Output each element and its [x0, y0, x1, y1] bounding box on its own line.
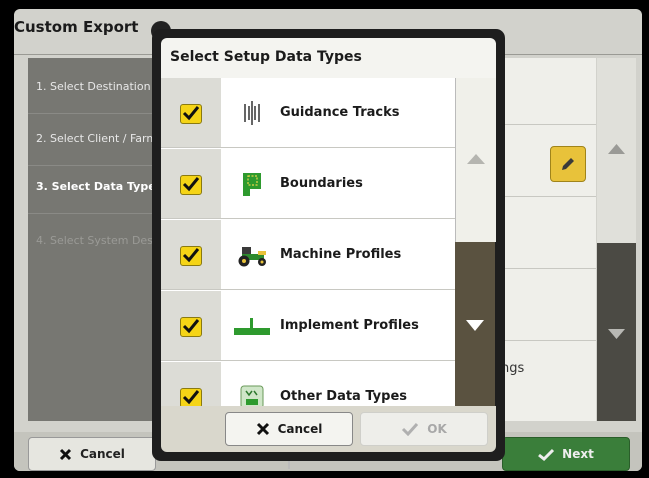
down-arrow-icon [466, 320, 484, 331]
background-divider [500, 268, 596, 269]
guidance-tracks-icon [233, 99, 271, 127]
checkbox-column [161, 149, 221, 219]
item-label: Other Data Types [280, 389, 408, 404]
implement-icon [233, 312, 271, 340]
checkmark-icon [182, 248, 200, 263]
checkmark-icon [182, 177, 200, 192]
down-arrow-icon [608, 329, 625, 339]
dialog-cancel-button[interactable]: Cancel [225, 412, 353, 446]
checkbox-column [161, 291, 221, 361]
step-1[interactable]: 1. Select Destination [36, 80, 151, 93]
pencil-icon [562, 158, 574, 170]
dialog-scroll-up-button[interactable] [455, 78, 496, 242]
item-label: Implement Profiles [280, 318, 419, 333]
checkbox-column [161, 78, 221, 148]
step-3-active[interactable]: 3. Select Data Types [36, 180, 162, 193]
next-button[interactable]: Next [502, 437, 630, 471]
step-list: 1. Select Destination 2. Select Client /… [28, 58, 162, 421]
checkbox-checked[interactable] [180, 175, 202, 195]
edit-button[interactable] [550, 146, 586, 182]
dialog-header: Select Setup Data Types [161, 38, 496, 78]
checkbox-checked[interactable] [180, 317, 202, 337]
list-item-guidance-tracks[interactable]: Guidance Tracks [161, 78, 455, 148]
current-step-arrow-icon [0, 180, 12, 198]
checkbox-checked[interactable] [180, 388, 202, 406]
dialog-ok-button[interactable]: OK [360, 412, 488, 446]
row-divider [161, 147, 455, 148]
checkbox-checked[interactable] [180, 104, 202, 124]
checkbox-checked[interactable] [180, 246, 202, 266]
step-divider [28, 113, 156, 114]
window-cancel-button[interactable]: Cancel [28, 437, 156, 471]
data-type-list: Guidance Tracks Boundaries Machine Profi… [161, 78, 455, 406]
dialog-scrollbar[interactable] [455, 78, 496, 406]
boundaries-icon [233, 170, 271, 198]
checkmark-icon [538, 448, 555, 461]
x-icon [59, 448, 72, 461]
list-item-boundaries[interactable]: Boundaries [161, 149, 455, 219]
row-divider [161, 360, 455, 361]
bg-scroll-up-button[interactable] [597, 58, 636, 243]
window-title: Custom Export [14, 18, 139, 36]
tractor-icon [233, 241, 271, 269]
list-item-implement-profiles[interactable]: Implement Profiles [161, 291, 455, 361]
background-divider [500, 124, 596, 125]
row-divider [161, 289, 455, 290]
dialog-title: Select Setup Data Types [170, 49, 362, 65]
checkmark-icon [401, 422, 419, 436]
row-divider [161, 218, 455, 219]
background-scrollbar[interactable] [597, 58, 636, 421]
up-arrow-icon [467, 154, 485, 164]
item-label: Boundaries [280, 176, 363, 191]
step-2[interactable]: 2. Select Client / Farm [36, 132, 157, 145]
checkbox-column [161, 220, 221, 290]
bg-scroll-down-button[interactable] [597, 243, 636, 421]
checkbox-column [161, 362, 221, 406]
up-arrow-icon [608, 144, 625, 154]
checkmark-icon [182, 319, 200, 334]
item-label: Guidance Tracks [280, 105, 400, 120]
dialog-scroll-down-button[interactable] [455, 242, 495, 406]
step-divider [28, 165, 156, 166]
checkmark-icon [182, 106, 200, 121]
list-item-machine-profiles[interactable]: Machine Profiles [161, 220, 455, 290]
other-data-icon [233, 383, 271, 406]
step-4: 4. Select System Des [36, 234, 153, 247]
background-divider [500, 340, 596, 341]
x-icon [256, 422, 270, 436]
step-divider [28, 213, 156, 214]
list-item-other-data-types[interactable]: Other Data Types [161, 362, 455, 406]
background-divider [500, 196, 596, 197]
checkmark-icon [182, 390, 200, 405]
item-label: Machine Profiles [280, 247, 402, 262]
